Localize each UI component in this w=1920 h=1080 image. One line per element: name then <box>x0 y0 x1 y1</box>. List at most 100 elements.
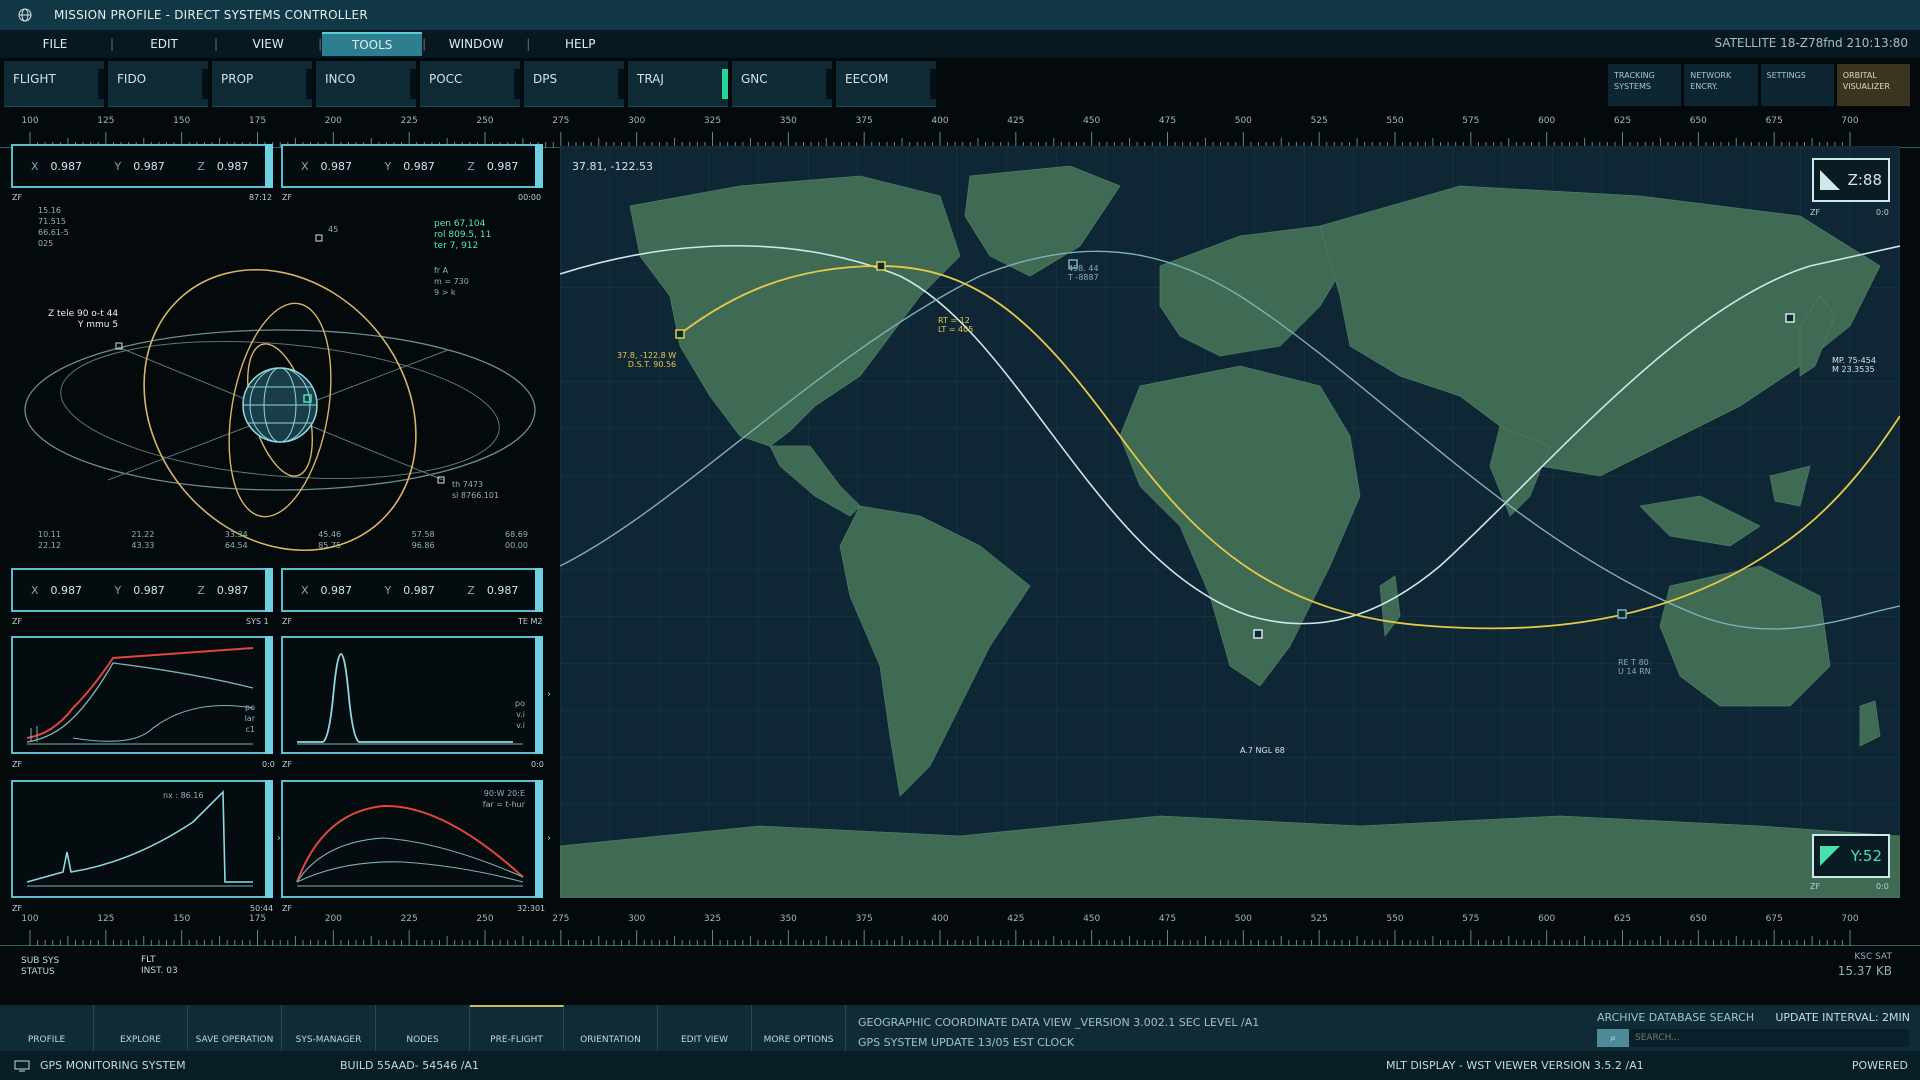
world-map[interactable]: 37.81, -122.53 37.8, -122.8 W D.S.T. 90.… <box>560 146 1900 898</box>
ruler-ticks <box>29 930 1851 946</box>
panel-handle[interactable] <box>535 144 543 188</box>
ruler-top: 100 125 150 175 200 225 250 275 300 325 350 375 400 4… <box>0 114 1920 148</box>
panel-handle[interactable] <box>535 636 543 754</box>
status-btn-explore[interactable]: EXPLORE <box>94 1005 188 1051</box>
axis-value-y: 0.987 <box>403 583 435 597</box>
tool-orbital-visualizer[interactable]: ORBITAL VISUALIZER <box>1836 64 1910 106</box>
xyz-panel-1[interactable]: X 0.987 Y 0.987 Z 0.987 <box>11 144 273 188</box>
archive-label: ARCHIVE DATABASE SEARCH <box>1597 1011 1755 1024</box>
ruler-label: 125 <box>97 914 115 924</box>
toolbar-flight[interactable]: FLIGHT <box>4 61 104 107</box>
toolbar-fido[interactable]: FIDO <box>108 61 208 107</box>
toolbar-label: FLIGHT <box>13 72 56 86</box>
flt-label: FLT <box>141 955 156 965</box>
menu-tools[interactable]: TOOLS <box>322 32 423 56</box>
orbit-small-readout: fr A m = 730 9 > k <box>434 265 469 298</box>
toolbar-label: FIDO <box>117 72 147 86</box>
panel-handle[interactable] <box>535 568 543 612</box>
graph-2[interactable]: po v.i v.i › <box>281 636 551 754</box>
tool-settings[interactable]: SETTINGS <box>1760 64 1834 106</box>
toolbar-pocc[interactable]: POCC <box>420 61 520 107</box>
ruler-label: 475 <box>1158 116 1177 126</box>
ruler-label: 500 <box>1234 914 1252 924</box>
caption: 0:0 <box>1876 208 1889 217</box>
chevron-right-icon[interactable]: › <box>547 689 551 700</box>
graph-label: nx : 86.16 <box>163 791 204 800</box>
axis-label-y: Y <box>114 583 122 597</box>
toolbar-prop[interactable]: PROP <box>212 61 312 107</box>
status-btn-more-options[interactable]: MORE OPTIONS <box>752 1005 846 1051</box>
ruler-label: 675 <box>1765 116 1783 126</box>
xyz-panel-3[interactable]: X 0.987 Y 0.987 Z 0.987 <box>11 568 273 612</box>
toolbar-indicator <box>618 69 624 99</box>
panel-handle[interactable] <box>265 780 273 898</box>
toolbar-eecom[interactable]: EECOM <box>836 61 936 107</box>
search-input[interactable] <box>1629 1033 1909 1043</box>
menu-window[interactable]: WINDOW <box>426 32 526 56</box>
toolbar-gnc[interactable]: GNC <box>732 61 832 107</box>
tool-tracking-systems[interactable]: TRACKING SYSTEMS <box>1608 64 1682 106</box>
satellite-readout: SATELLITE 18-Z78fnd 210:13:80 <box>1714 36 1908 50</box>
orbit-value: 10.11 <box>38 530 61 539</box>
marker-label-ny: RT = 12 LT = 405 <box>938 316 973 334</box>
graph-3[interactable]: nx : 86.16 › <box>11 780 281 898</box>
toolbar-indicator <box>202 69 208 99</box>
xyz-panel-2[interactable]: X 0.987 Y 0.987 Z 0.987 <box>281 144 543 188</box>
orbit-bottom-row: 10.11 22.12 21.22 43.33 33.34 64.54 45.46 85.75… <box>38 529 528 551</box>
orbit-value: 43.33 <box>131 541 155 550</box>
toolbar-dps[interactable]: DPS <box>524 61 624 107</box>
caption: 00:00 <box>518 193 542 202</box>
orbit-value: 45.46 <box>318 530 342 539</box>
panel-handle[interactable] <box>535 780 543 898</box>
orbit-value: fr A <box>434 266 449 275</box>
status-btn-edit-view[interactable]: EDIT VIEW <box>658 1005 752 1051</box>
chevron-right-icon[interactable]: › <box>547 833 551 844</box>
orbit-value: 00.00 <box>505 541 528 550</box>
menu-help[interactable]: HELP <box>530 32 630 56</box>
graph-3-plot <box>26 790 253 887</box>
ruler-label: 200 <box>324 116 342 126</box>
toolbar-indicator <box>98 69 104 99</box>
ruler-label: 300 <box>628 116 646 126</box>
ruler-label: 375 <box>855 116 873 126</box>
search-box[interactable]: ⌕ <box>1597 1029 1909 1047</box>
orbit-value: Z tele 90 o-t 44 <box>48 309 119 319</box>
graph-4[interactable]: 90:W 20:E far = t-hur › <box>281 780 551 898</box>
menu-file[interactable]: FILE <box>0 32 110 56</box>
status-buttons: PROFILE EXPLORE SAVE OPERATION SYS-MANAGER N… <box>0 1005 846 1051</box>
graph-label: c1 <box>245 725 256 734</box>
ruler-label: 575 <box>1462 914 1480 924</box>
status-btn-orientation[interactable]: ORIENTATION <box>564 1005 658 1051</box>
orbit-topleft-values: 15.16 71.515 66.61-5 025 <box>38 205 69 249</box>
xyz-panel-4[interactable]: X 0.987 Y 0.987 Z 0.987 <box>281 568 543 612</box>
status-btn-save-operation[interactable]: SAVE OPERATION <box>188 1005 282 1051</box>
orbit-value: 64.54 <box>224 541 248 550</box>
caption: ZF <box>1810 882 1821 891</box>
axis-label-z: Z <box>197 159 205 173</box>
graph-1[interactable]: po lar c1 <box>11 636 273 754</box>
orbit-green-readout: pen 67,104 rol 809.5, 11 ter 7, 912 <box>434 219 491 252</box>
ruler-label: 100 <box>21 914 39 924</box>
status-btn-pre-flight[interactable]: PRE-FLIGHT <box>470 1005 564 1051</box>
axis-value-y: 0.987 <box>133 159 165 173</box>
map-graphic <box>560 146 1900 898</box>
menu-edit[interactable]: EDIT <box>114 32 214 56</box>
toolbar-traj[interactable]: TRAJ <box>628 61 728 107</box>
ruler-label: 350 <box>779 116 797 126</box>
status-btn-sys-manager[interactable]: SYS-MANAGER <box>282 1005 376 1051</box>
flt-label: INST. 03 <box>141 966 178 976</box>
toolbar-indicator <box>306 69 312 99</box>
toolbar-inco[interactable]: INCO <box>316 61 416 107</box>
zoom-y-box[interactable]: Y:52 <box>1812 834 1890 878</box>
search-icon[interactable]: ⌕ <box>1597 1029 1629 1047</box>
menu-view[interactable]: VIEW <box>218 32 318 56</box>
panel-handle[interactable] <box>265 568 273 612</box>
zoom-z-box[interactable]: Z:88 <box>1812 158 1890 202</box>
panel-handle[interactable] <box>265 144 273 188</box>
status-btn-profile[interactable]: PROFILE <box>0 1005 94 1051</box>
tool-network-encry-[interactable]: NETWORK ENCRY. <box>1684 64 1758 106</box>
panel-handle[interactable] <box>265 636 273 754</box>
ruler-label: 700 <box>1841 914 1859 924</box>
status-btn-nodes[interactable]: NODES <box>376 1005 470 1051</box>
ruler-label: 425 <box>1007 116 1025 126</box>
